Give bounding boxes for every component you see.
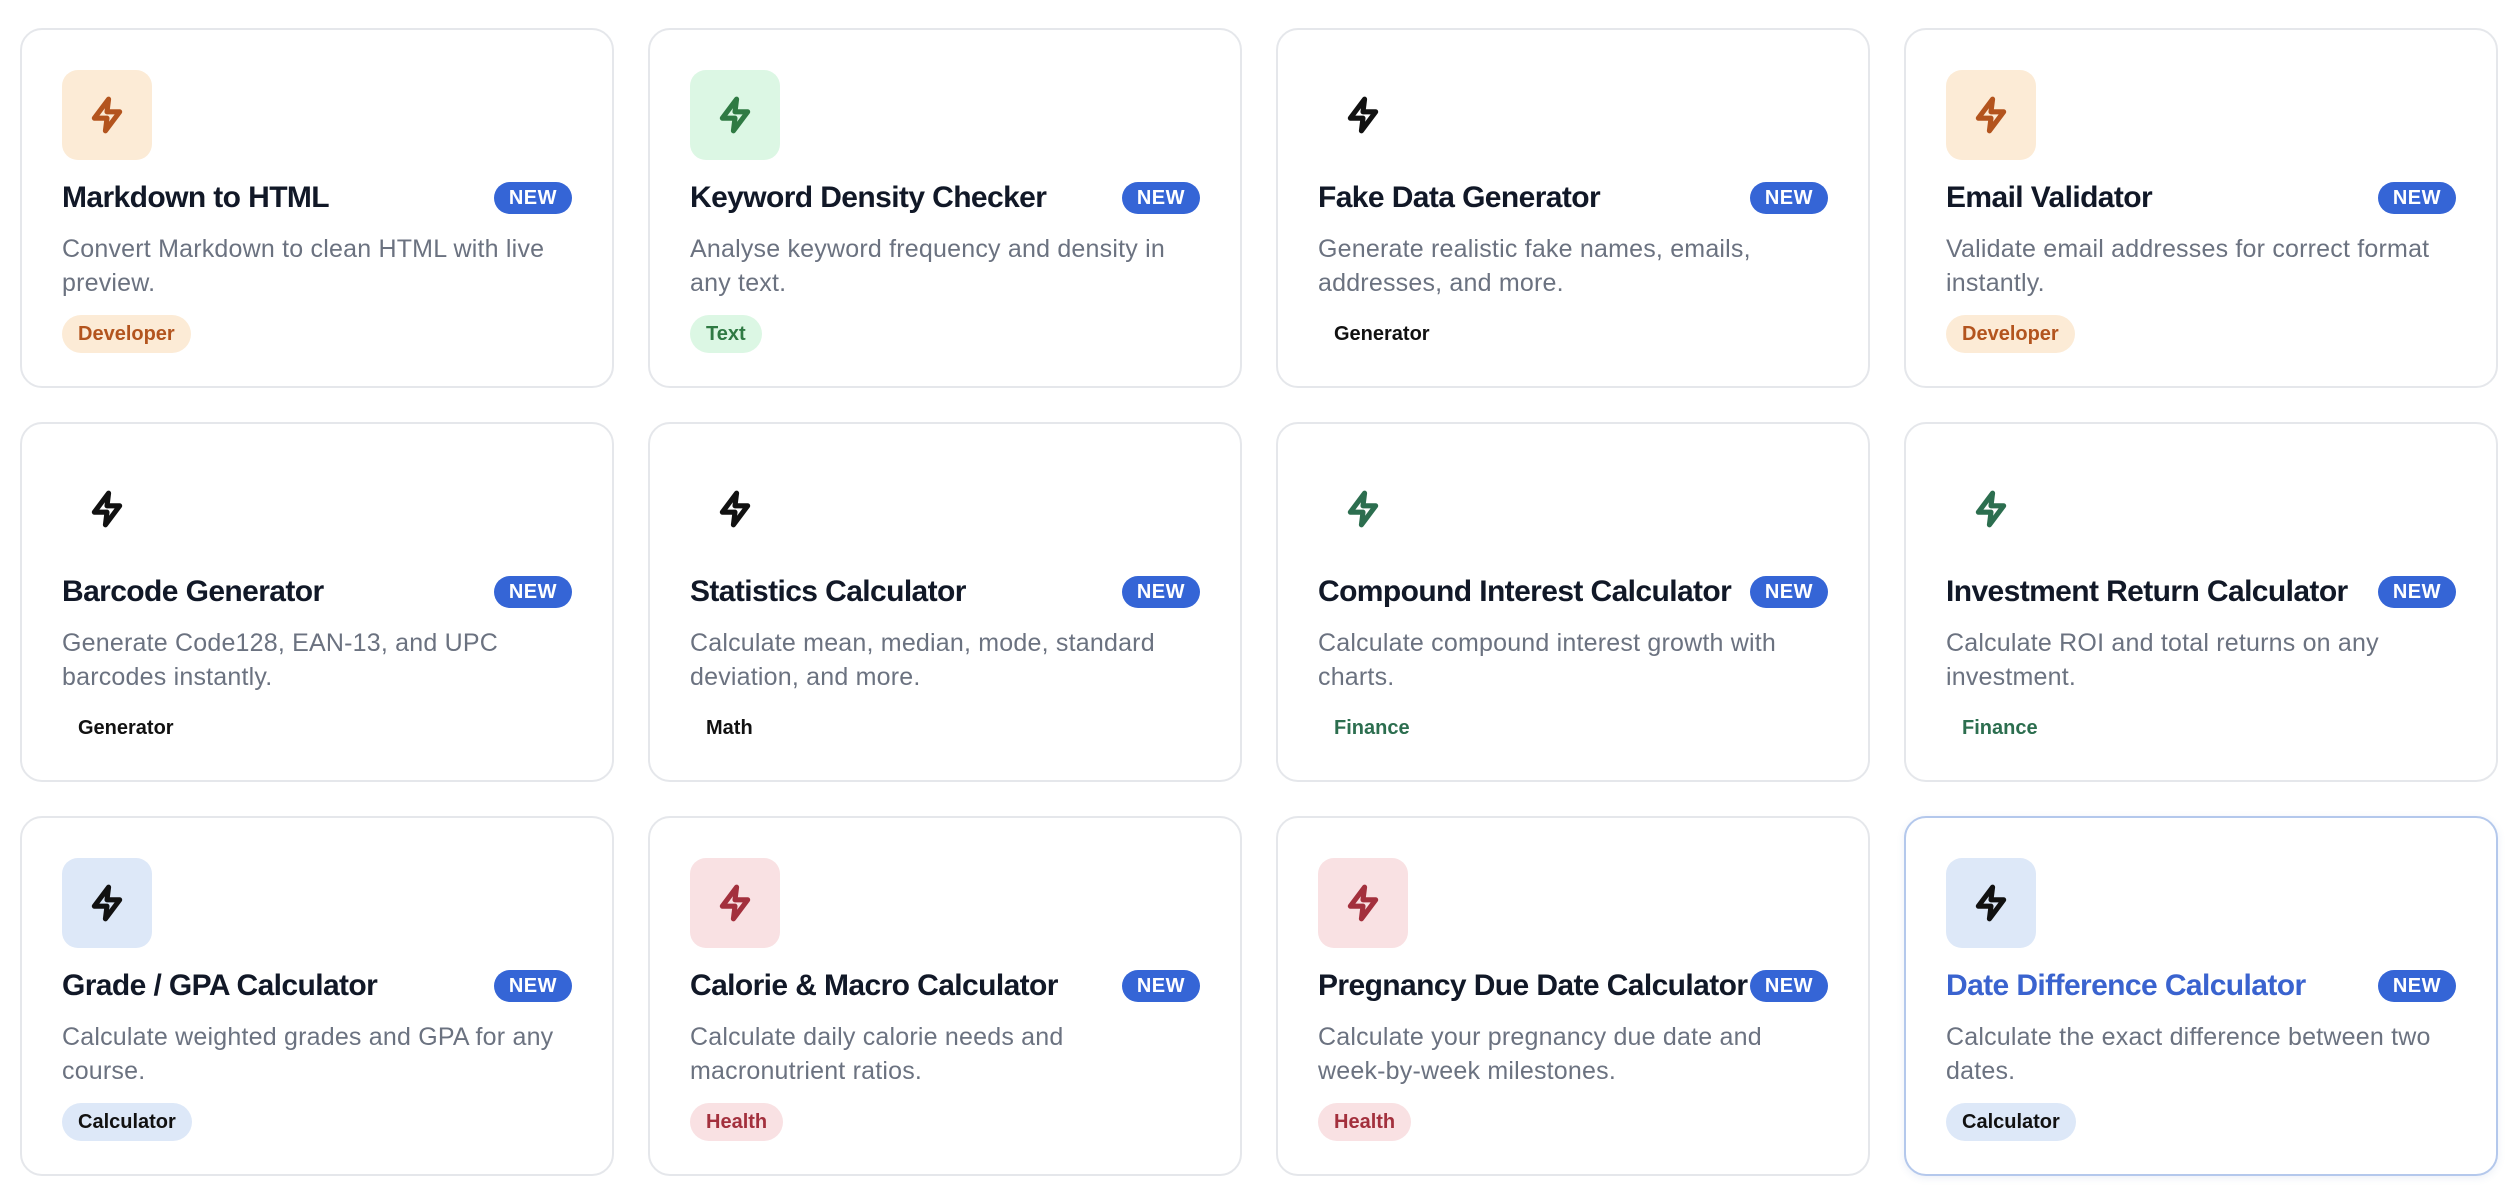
category-tag: Text: [690, 315, 762, 353]
lightning-icon: [1347, 490, 1379, 528]
category-tag: Generator: [78, 717, 174, 739]
card-description: Calculate your pregnancy due date and we…: [1318, 1023, 1762, 1085]
lightning-icon: [1347, 96, 1379, 134]
tool-icon-box: [690, 858, 780, 948]
card-title[interactable]: Calorie & Macro Calculator: [690, 969, 1058, 1003]
category-tag: Health: [690, 1103, 784, 1141]
new-badge: NEW: [1121, 970, 1200, 1002]
tool-icon-box: [62, 464, 152, 554]
card-title[interactable]: Keyword Density Checker: [690, 181, 1047, 215]
lightning-icon: [719, 96, 751, 134]
tool-card-9[interactable]: Grade / GPA Calculator NEW Calculate wei…: [20, 816, 614, 1176]
new-badge: NEW: [493, 970, 572, 1002]
card-title-row: Barcode Generator NEW: [62, 568, 572, 616]
card-description: Convert Markdown to clean HTML with live…: [62, 235, 545, 297]
new-badge: NEW: [493, 576, 572, 608]
card-title[interactable]: Pregnancy Due Date Calculator: [1318, 969, 1748, 1003]
card-title-row: Calorie & Macro Calculator NEW: [690, 962, 1200, 1010]
card-description: Validate email addresses for correct for…: [1946, 235, 2430, 297]
card-description: Calculate weighted grades and GPA for an…: [62, 1023, 554, 1085]
tool-card-8[interactable]: Investment Return Calculator NEW Calcula…: [1904, 422, 2498, 782]
tool-icon-box: [690, 464, 780, 554]
card-description: Calculate mean, median, mode, standard d…: [690, 629, 1155, 691]
tool-card-5[interactable]: Barcode Generator NEW Generate Code128, …: [20, 422, 614, 782]
tool-icon-box: [1318, 858, 1408, 948]
card-title[interactable]: Compound Interest Calculator: [1318, 575, 1732, 609]
new-badge: NEW: [493, 182, 572, 214]
tool-card-7[interactable]: Compound Interest Calculator NEW Calcula…: [1276, 422, 1870, 782]
category-tag: Health: [1318, 1103, 1412, 1141]
new-badge: NEW: [1121, 182, 1200, 214]
card-title-row: Markdown to HTML NEW: [62, 174, 572, 222]
card-title[interactable]: Date Difference Calculator: [1946, 969, 2306, 1003]
lightning-icon: [719, 884, 751, 922]
card-title-row: Pregnancy Due Date Calculator NEW: [1318, 962, 1828, 1010]
tool-card-11[interactable]: Pregnancy Due Date Calculator NEW Calcul…: [1276, 816, 1870, 1176]
card-title-row: Fake Data Generator NEW: [1318, 174, 1828, 222]
card-description: Calculate compound interest growth with …: [1318, 629, 1777, 691]
card-description: Generate Code128, EAN-13, and UPC barcod…: [62, 629, 499, 691]
card-title[interactable]: Investment Return Calculator: [1946, 575, 2348, 609]
card-title-row: Statistics Calculator NEW: [690, 568, 1200, 616]
lightning-icon: [1975, 884, 2007, 922]
new-badge: NEW: [1749, 970, 1828, 1002]
tool-card-10[interactable]: Calorie & Macro Calculator NEW Calculate…: [648, 816, 1242, 1176]
card-description: Generate realistic fake names, emails, a…: [1318, 235, 1751, 297]
card-title[interactable]: Statistics Calculator: [690, 575, 966, 609]
category-tag: Finance: [1334, 717, 1410, 739]
category-tag: Math: [706, 717, 753, 739]
category-tag: Developer: [62, 315, 191, 353]
new-badge: NEW: [1749, 182, 1828, 214]
tool-card-3[interactable]: Fake Data Generator NEW Generate realist…: [1276, 28, 1870, 388]
tool-icon-box: [690, 70, 780, 160]
category-tag: Developer: [1946, 315, 2075, 353]
card-title[interactable]: Barcode Generator: [62, 575, 324, 609]
card-title-row: Investment Return Calculator NEW: [1946, 568, 2456, 616]
tool-icon-box: [1946, 70, 2036, 160]
lightning-icon: [1975, 96, 2007, 134]
tool-icon-box: [1946, 464, 2036, 554]
card-description: Analyse keyword frequency and density in…: [690, 235, 1165, 297]
tool-card-6[interactable]: Statistics Calculator NEW Calculate mean…: [648, 422, 1242, 782]
tool-card-12[interactable]: Date Difference Calculator NEW Calculate…: [1904, 816, 2498, 1176]
card-description: Calculate ROI and total returns on any i…: [1946, 629, 2379, 691]
card-title-row: Date Difference Calculator NEW: [1946, 962, 2456, 1010]
lightning-icon: [91, 490, 123, 528]
card-title[interactable]: Email Validator: [1946, 181, 2153, 215]
card-description: Calculate the exact difference between t…: [1946, 1023, 2431, 1085]
new-badge: NEW: [2377, 970, 2456, 1002]
card-description: Calculate daily calorie needs and macron…: [690, 1023, 1064, 1085]
tool-icon-box: [1946, 858, 2036, 948]
tool-card-grid: Markdown to HTML NEW Convert Markdown to…: [20, 28, 2500, 1176]
lightning-icon: [719, 490, 751, 528]
new-badge: NEW: [2377, 182, 2456, 214]
tool-icon-box: [1318, 70, 1408, 160]
tool-card-2[interactable]: Keyword Density Checker NEW Analyse keyw…: [648, 28, 1242, 388]
tool-card-1[interactable]: Markdown to HTML NEW Convert Markdown to…: [20, 28, 614, 388]
card-title-row: Compound Interest Calculator NEW: [1318, 568, 1828, 616]
lightning-icon: [91, 96, 123, 134]
lightning-icon: [91, 884, 123, 922]
lightning-icon: [1975, 490, 2007, 528]
card-title[interactable]: Markdown to HTML: [62, 181, 330, 215]
new-badge: NEW: [1749, 576, 1828, 608]
new-badge: NEW: [1121, 576, 1200, 608]
card-title[interactable]: Grade / GPA Calculator: [62, 969, 378, 1003]
card-title-row: Email Validator NEW: [1946, 174, 2456, 222]
tool-card-4[interactable]: Email Validator NEW Validate email addre…: [1904, 28, 2498, 388]
category-tag: Generator: [1334, 323, 1430, 345]
card-title[interactable]: Fake Data Generator: [1318, 181, 1601, 215]
lightning-icon: [1347, 884, 1379, 922]
category-tag: Calculator: [1946, 1103, 2076, 1141]
card-title-row: Keyword Density Checker NEW: [690, 174, 1200, 222]
tool-icon-box: [62, 70, 152, 160]
card-title-row: Grade / GPA Calculator NEW: [62, 962, 572, 1010]
category-tag: Calculator: [62, 1103, 192, 1141]
tool-icon-box: [62, 858, 152, 948]
new-badge: NEW: [2377, 576, 2456, 608]
category-tag: Finance: [1962, 717, 2038, 739]
tool-icon-box: [1318, 464, 1408, 554]
